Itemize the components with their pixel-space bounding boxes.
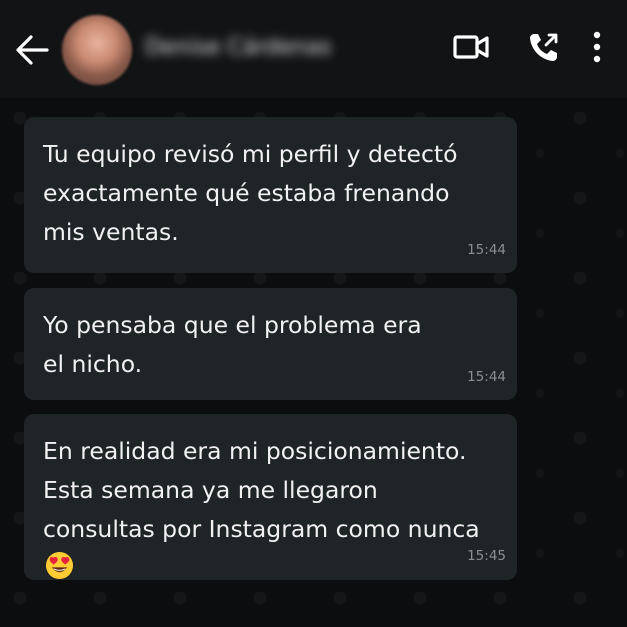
message-bubble[interactable]: Tu equipo revisó mi perfil y detectó exa… [24, 117, 517, 273]
message-text: En realidad era mi posicionamiento. Esta… [43, 437, 480, 543]
message-timestamp: 15:45 [467, 548, 506, 564]
message-timestamp: 15:44 [467, 369, 506, 385]
message-bubble[interactable]: En realidad era mi posicionamiento. Esta… [24, 414, 517, 580]
message-timestamp: 15:44 [467, 242, 506, 258]
back-arrow-icon[interactable] [14, 32, 50, 68]
avatar[interactable] [62, 15, 132, 85]
message-text: Tu equipo revisó mi perfil y detectó exa… [43, 140, 458, 246]
video-call-icon[interactable] [452, 30, 490, 64]
chat-header: Denise Cárdenas [0, 0, 627, 98]
message-bubble[interactable]: Yo pensaba que el problema era el nicho.… [24, 288, 517, 400]
heart-eyes-emoji [45, 551, 74, 580]
more-options-icon[interactable] [588, 30, 606, 64]
contact-name[interactable]: Denise Cárdenas [145, 33, 345, 63]
message-text: Yo pensaba que el problema era el nicho. [43, 311, 422, 378]
phone-call-icon[interactable] [527, 30, 561, 64]
